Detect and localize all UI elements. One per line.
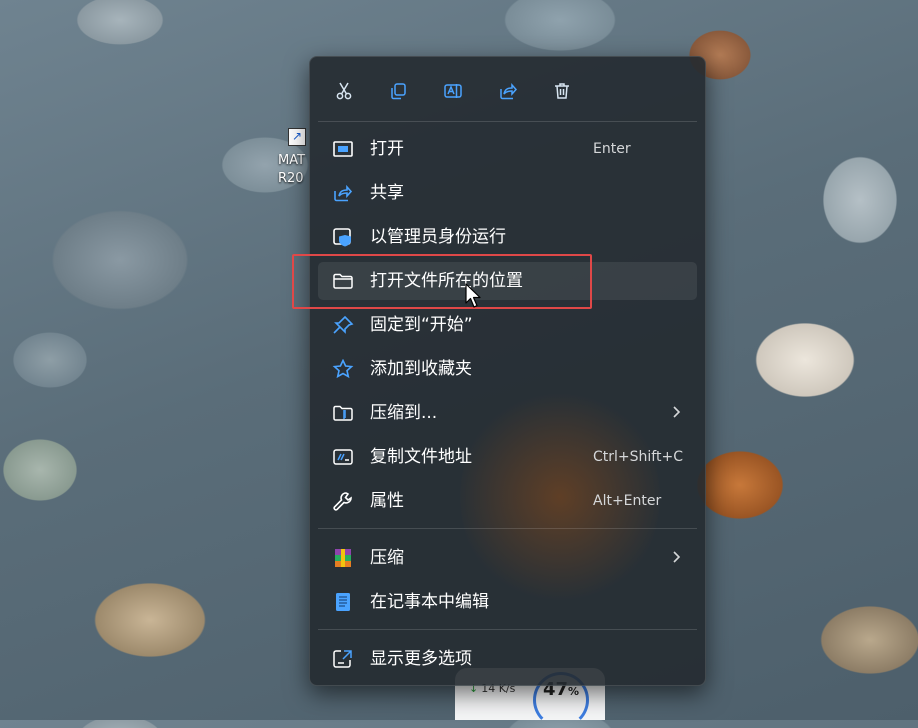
chevron-right-icon <box>673 406 681 418</box>
menu-item-shortcut: Enter <box>593 141 631 157</box>
desktop-shortcut-label: MAT R20 <box>278 153 306 186</box>
copy-icon <box>391 83 406 100</box>
mouse-cursor-icon <box>465 283 481 308</box>
menu-item-label: 固定到“开始” <box>370 315 473 335</box>
copy-path-icon <box>332 447 354 467</box>
shortcut-arrow-icon: ↗ <box>288 128 306 146</box>
delete-button[interactable] <box>546 75 578 107</box>
menu-item-label: 以管理员身份运行 <box>370 227 506 247</box>
menu-item-label: 属性 <box>370 491 404 511</box>
menu-separator <box>318 121 697 122</box>
wrench-icon <box>332 491 354 511</box>
menu-item-label: 复制文件地址 <box>370 447 472 467</box>
menu-item-label: 在记事本中编辑 <box>370 592 489 612</box>
menu-item-open[interactable]: 打开 Enter <box>318 130 697 168</box>
menu-separator <box>318 629 697 630</box>
share-button[interactable] <box>492 75 524 107</box>
menu-item-edit-in-notepad[interactable]: 在记事本中编辑 <box>318 583 697 621</box>
menu-item-label: 压缩 <box>370 548 404 568</box>
menu-item-label: 压缩到... <box>370 403 438 423</box>
notepad-icon <box>332 592 354 612</box>
rename-button[interactable] <box>437 75 469 107</box>
menu-item-label: 打开 <box>370 139 404 159</box>
menu-item-label: 共享 <box>370 183 404 203</box>
context-menu: 打开 Enter 共享 以管理员身份运行 打开文件所在的位置 固定到“开始” 添… <box>309 56 706 686</box>
share-icon <box>332 183 354 203</box>
cut-button[interactable] <box>328 75 360 107</box>
menu-item-label: 添加到收藏夹 <box>370 359 472 379</box>
menu-item-properties[interactable]: 属性 Alt+Enter <box>318 482 697 520</box>
menu-item-pin-to-start[interactable]: 固定到“开始” <box>318 306 697 344</box>
menu-item-copy-path[interactable]: 复制文件地址 Ctrl+Shift+C <box>318 438 697 476</box>
menu-item-shortcut: Ctrl+Shift+C <box>593 449 683 465</box>
menu-item-show-more-options[interactable]: 显示更多选项 <box>318 640 697 678</box>
star-icon <box>332 358 354 379</box>
menu-item-shortcut: Alt+Enter <box>593 493 662 509</box>
chevron-right-icon <box>673 551 681 563</box>
menu-item-run-as-admin[interactable]: 以管理员身份运行 <box>318 218 697 256</box>
rename-icon <box>444 84 462 98</box>
menu-item-share[interactable]: 共享 <box>318 174 697 212</box>
zip-folder-icon <box>332 403 354 423</box>
menu-item-compress-to[interactable]: 压缩到... <box>318 394 697 432</box>
open-window-icon <box>332 139 354 159</box>
more-options-icon <box>332 649 354 669</box>
share-icon <box>500 83 518 100</box>
context-menu-toolbar <box>310 57 705 121</box>
trash-icon <box>555 83 569 99</box>
menu-item-add-to-favorites[interactable]: 添加到收藏夹 <box>318 350 697 388</box>
scissors-icon <box>336 82 352 100</box>
menu-item-compress[interactable]: 压缩 <box>318 539 697 577</box>
copy-button[interactable] <box>382 75 414 107</box>
winrar-icon <box>332 548 354 568</box>
menu-separator <box>318 528 697 529</box>
admin-shield-icon <box>332 227 354 247</box>
menu-item-label: 显示更多选项 <box>370 649 472 669</box>
pin-icon <box>332 315 354 335</box>
usage-percent-unit: % <box>568 685 580 698</box>
annotation-highlight-box <box>292 254 592 309</box>
